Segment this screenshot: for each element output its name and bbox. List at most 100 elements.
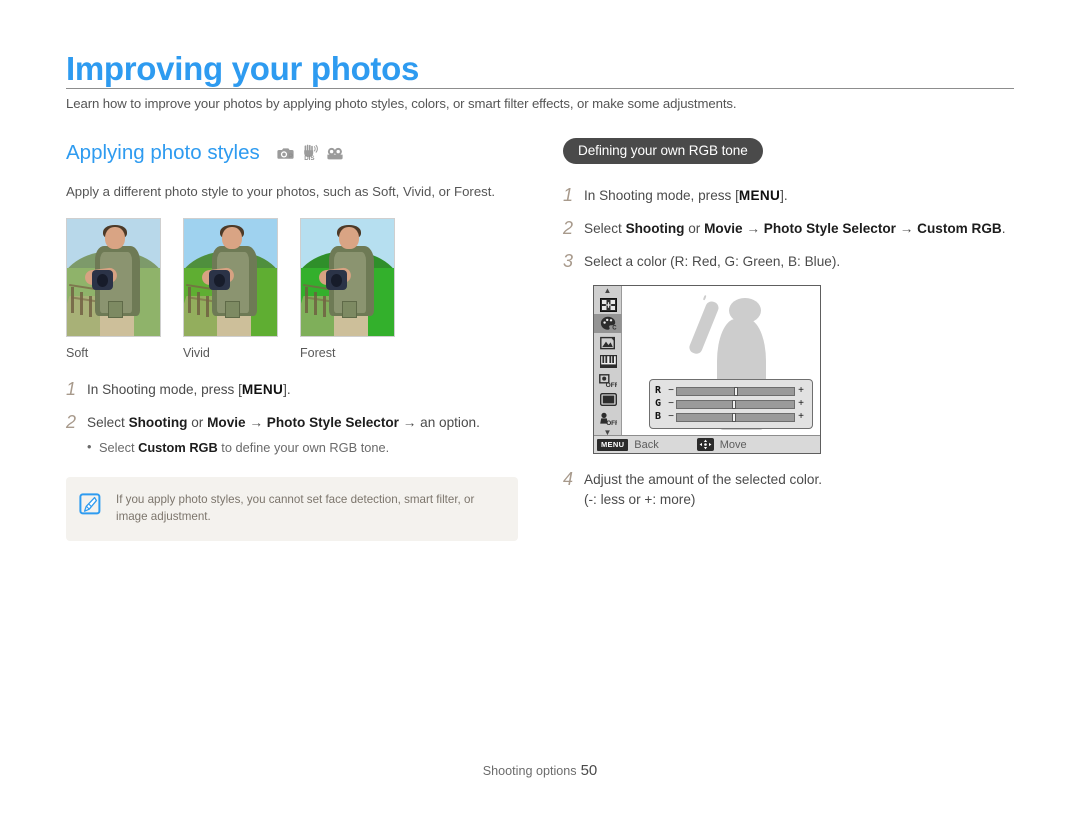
- svg-text:DIS: DIS: [304, 155, 314, 161]
- rgb-slider-panel[interactable]: R − + G − + B − +: [649, 379, 813, 429]
- rgb-slider-label: R: [655, 385, 662, 396]
- step-bullet-rich-text: Select Custom RGB to define your own RGB…: [99, 440, 390, 455]
- step-number: 2: [66, 412, 77, 432]
- sample-photo-thumb-vivid: [183, 218, 278, 337]
- step-item: 2 Select Shooting or Movie → Photo Style…: [66, 413, 526, 457]
- note-text: If you apply photo styles, you cannot se…: [116, 493, 475, 523]
- footer-page-number: 50: [580, 762, 598, 779]
- rgb-slider-row[interactable]: B − +: [655, 411, 807, 423]
- section-heading: Applying photo styles P DIS: [66, 138, 526, 168]
- section-title: Applying photo styles: [66, 141, 260, 164]
- rgb-slider-track[interactable]: [676, 399, 795, 409]
- title-divider: [66, 88, 1014, 89]
- step-rich-text: Select Shooting or Movie → Photo Style S…: [584, 221, 1006, 236]
- step-rich-text: Adjust the amount of the selected color.: [584, 472, 823, 487]
- sample-photo-label: Forest: [300, 346, 336, 360]
- sample-photo-row: Soft Vivid Forest: [66, 218, 526, 360]
- rgb-slider-track[interactable]: [676, 412, 795, 422]
- hand-dis-icon: DIS: [302, 144, 319, 161]
- rgb-minus-icon[interactable]: −: [666, 412, 676, 422]
- step-item: 4 Adjust the amount of the selected colo…: [563, 470, 1018, 510]
- step-text: Adjust the amount of the selected color.…: [584, 470, 1014, 510]
- page-footer: Shooting options 50: [0, 762, 1080, 779]
- rgb-slider-knob[interactable]: [733, 386, 738, 396]
- step-text: Select Shooting or Movie → Photo Style S…: [584, 219, 1014, 239]
- face-detection-off-icon[interactable]: OFF: [594, 371, 622, 390]
- camera-p-icon: P: [276, 146, 295, 161]
- rgb-slider-row[interactable]: G − +: [655, 398, 807, 410]
- subsection-heading-wrapper: Defining your own RGB tone: [563, 138, 1018, 164]
- rgb-plus-icon[interactable]: +: [795, 386, 807, 396]
- step-text-suffix: ].: [283, 382, 291, 397]
- page-title: Improving your photos: [66, 50, 420, 87]
- step-item: 2 Select Shooting or Movie → Photo Style…: [563, 219, 1018, 239]
- step-number: 4: [563, 469, 574, 489]
- color-palette-icon[interactable]: C: [594, 314, 622, 333]
- step-item: 1 In Shooting mode, press [MENU].: [66, 380, 526, 400]
- sample-photo-thumb-soft: [66, 218, 161, 337]
- rgb-minus-icon[interactable]: −: [666, 399, 676, 409]
- step-number: 1: [563, 185, 574, 205]
- lcd-menu-sidebar[interactable]: ▲ C OFF OF ▼: [594, 286, 622, 436]
- right-column: Defining your own RGB tone 1 In Shooting…: [563, 138, 1018, 523]
- sample-photo-label: Vivid: [183, 346, 210, 360]
- note-pen-icon: [78, 492, 104, 521]
- lcd-menu-chip[interactable]: MENU: [597, 438, 629, 451]
- footer-section-label: Shooting options: [482, 764, 577, 778]
- frame-guide-icon[interactable]: [594, 390, 622, 409]
- rgb-slider-track[interactable]: [676, 386, 795, 396]
- step-item: 1 In Shooting mode, press [MENU].: [563, 186, 1018, 206]
- sample-photo-item: Forest: [300, 218, 395, 360]
- step-text: In Shooting mode, press [MENU].: [87, 380, 517, 400]
- image-adjust-icon[interactable]: [594, 333, 622, 352]
- scroll-up-arrow-icon[interactable]: ▲: [594, 286, 621, 295]
- ev-grid-icon[interactable]: [594, 295, 622, 314]
- note-box: If you apply photo styles, you cannot se…: [66, 477, 518, 541]
- right-steps-list: 1 In Shooting mode, press [MENU]. 2 Sele…: [563, 186, 1018, 272]
- manual-page: Improving your photos Learn how to impro…: [0, 0, 1080, 815]
- svg-text:OFF: OFF: [606, 382, 617, 388]
- rgb-slider-label: G: [655, 398, 662, 409]
- piano-keys-icon[interactable]: [594, 352, 622, 371]
- movie-camera-icon: [326, 147, 345, 161]
- sample-photo-thumb-forest: [300, 218, 395, 337]
- right-steps-list-continued: 4 Adjust the amount of the selected colo…: [563, 470, 1018, 510]
- step-text-prefix: In Shooting mode, press [: [584, 188, 739, 203]
- lcd-back-label[interactable]: Back: [634, 439, 658, 451]
- smart-filter-off-icon[interactable]: OFF: [594, 409, 622, 428]
- rgb-slider-knob[interactable]: [732, 399, 737, 409]
- step-rich-text: Select Shooting or Movie → Photo Style S…: [87, 415, 480, 430]
- sample-photo-item: Soft: [66, 218, 161, 360]
- svg-text:OFF: OFF: [606, 420, 617, 426]
- subsection-pill-title: Defining your own RGB tone: [563, 138, 763, 164]
- lcd-live-view: R − + G − + B − +: [623, 286, 820, 436]
- step-bullet: Select Custom RGB to define your own RGB…: [87, 438, 517, 457]
- step-number: 1: [66, 379, 77, 399]
- lcd-move-label[interactable]: Move: [720, 439, 747, 451]
- menu-key-label: MENU: [738, 188, 781, 203]
- rgb-slider-row[interactable]: R − +: [655, 385, 807, 397]
- step-item: 3 Select a color (R: Red, G: Green, B: B…: [563, 252, 1018, 272]
- rgb-plus-icon[interactable]: +: [795, 399, 807, 409]
- camera-lcd-screen: ▲ C OFF OF ▼ R − + G − + B − + MENU Back…: [593, 285, 821, 454]
- step-text-suffix: ].: [780, 188, 788, 203]
- sample-photo-item: Vivid: [183, 218, 278, 360]
- svg-text:C: C: [612, 325, 617, 331]
- step-text: Select a color (R: Red, G: Green, B: Blu…: [584, 252, 1014, 272]
- rgb-slider-knob[interactable]: [732, 412, 737, 422]
- mode-icon-group: P DIS: [276, 144, 345, 161]
- rgb-plus-icon[interactable]: +: [795, 412, 807, 422]
- section-description: Apply a different photo style to your ph…: [66, 184, 496, 199]
- step-text: Select Shooting or Movie → Photo Style S…: [87, 413, 517, 457]
- menu-key-label: MENU: [241, 382, 284, 397]
- left-column: Applying photo styles P DIS Apply a diff…: [66, 138, 526, 541]
- step-text: In Shooting mode, press [MENU].: [584, 186, 1014, 206]
- rgb-minus-icon[interactable]: −: [666, 386, 676, 396]
- svg-text:P: P: [288, 151, 293, 160]
- sample-photo-label: Soft: [66, 346, 89, 360]
- step-number: 2: [563, 218, 574, 238]
- intro-paragraph: Learn how to improve your photos by appl…: [66, 96, 737, 111]
- four-way-nav-icon[interactable]: [696, 438, 714, 451]
- step-second-line: (-: less or +: more): [584, 492, 696, 507]
- step-text-prefix: In Shooting mode, press [: [87, 382, 242, 397]
